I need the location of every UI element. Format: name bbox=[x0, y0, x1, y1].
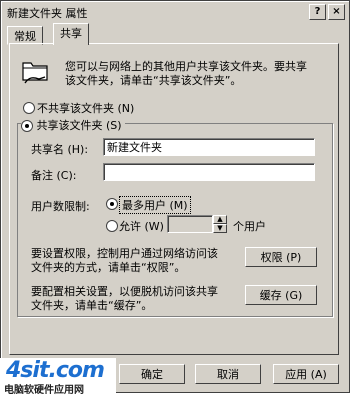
share-name-field[interactable]: 新建文件夹 bbox=[103, 138, 315, 156]
window-title: 新建文件夹 属性 bbox=[7, 7, 88, 20]
users-unit-label: 个用户 bbox=[233, 220, 266, 233]
watermark-caption: 电脑软硬件应用网 bbox=[4, 385, 84, 396]
caching-text-line2: 文件夹，请单击“缓存”。 bbox=[31, 299, 153, 312]
max-users-radio-dot bbox=[110, 202, 114, 206]
max-users-label[interactable]: 最多用户 (M) bbox=[119, 196, 191, 214]
share-radio-row: 共享该文件夹 (S) bbox=[21, 117, 125, 133]
comment-label: 备注 (C): bbox=[31, 169, 77, 182]
allow-users-field[interactable] bbox=[167, 215, 213, 233]
no-share-label[interactable]: 不共享该文件夹 (N) bbox=[37, 100, 134, 116]
cancel-button[interactable]: 取消 bbox=[195, 364, 261, 384]
user-limit-label: 用户数限制: bbox=[31, 200, 90, 213]
spin-down-button[interactable]: ▼ bbox=[213, 224, 227, 233]
tab-sharing[interactable]: 共享 bbox=[53, 23, 89, 45]
help-button[interactable]: ? bbox=[309, 4, 326, 20]
share-name-label: 共享名 (H): bbox=[31, 143, 89, 156]
permissions-text-line2: 文件夹的方式，请单击“权限”。 bbox=[31, 261, 186, 274]
max-users-radio[interactable] bbox=[106, 198, 118, 210]
allow-users-label[interactable]: 允许 (W) bbox=[119, 218, 164, 234]
allow-users-radio[interactable] bbox=[106, 220, 118, 232]
allow-users-spinner[interactable]: ▲ ▼ bbox=[213, 215, 227, 233]
permissions-button[interactable]: 权限 (P) bbox=[245, 247, 317, 267]
comment-field[interactable] bbox=[103, 163, 315, 181]
intro-text-line2: 该文件夹，请单击“共享该文件夹”。 bbox=[65, 74, 242, 87]
share-label[interactable]: 共享该文件夹 (S) bbox=[37, 119, 122, 132]
ok-button[interactable]: 确定 bbox=[119, 364, 185, 384]
caching-button[interactable]: 缓存 (G) bbox=[245, 285, 317, 305]
spin-up-button[interactable]: ▲ bbox=[213, 215, 227, 224]
apply-button[interactable]: 应用 (A) bbox=[273, 364, 339, 384]
close-button[interactable]: × bbox=[328, 4, 345, 20]
share-radio[interactable] bbox=[21, 120, 33, 132]
shared-folder-icon bbox=[22, 62, 48, 84]
share-radio-dot bbox=[25, 124, 29, 128]
watermark-logo-text: 4sit.com bbox=[6, 358, 105, 383]
no-share-radio[interactable] bbox=[23, 102, 35, 114]
title-bar: 新建文件夹 属性 ? × bbox=[3, 3, 347, 21]
properties-dialog: 新建文件夹 属性 ? × 常规 共享 您可以与网络上的其他用户共享该文件夹。要共… bbox=[0, 0, 350, 393]
watermark-logo: 4sit.com 电脑软硬件应用网 bbox=[0, 358, 116, 396]
